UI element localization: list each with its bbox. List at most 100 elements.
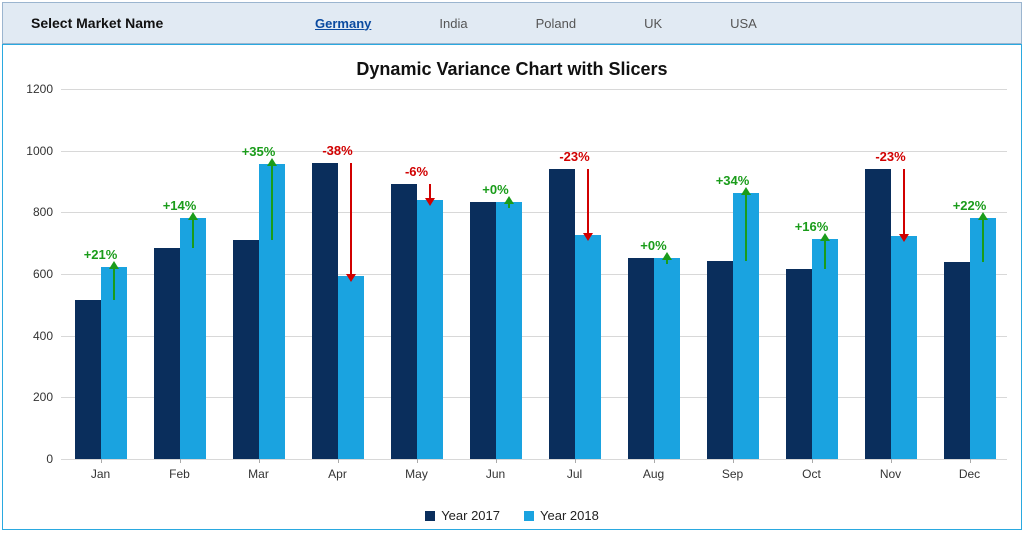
bar-2018: [180, 218, 206, 459]
x-tick: [654, 459, 655, 463]
bar-2018: [891, 236, 917, 459]
down-arrow-icon: [350, 163, 352, 276]
x-tick-label: Jan: [67, 467, 135, 481]
up-arrow-icon: [824, 239, 826, 269]
chart-panel: Dynamic Variance Chart with Slicers 0 200…: [2, 44, 1022, 530]
x-tick-label: Apr: [304, 467, 372, 481]
variance-label: -6%: [383, 164, 451, 179]
y-tick-label: 400: [13, 329, 53, 343]
bar-2018: [496, 202, 522, 459]
slicer-item-uk[interactable]: UK: [640, 14, 666, 33]
category-feb: +14%Feb: [146, 89, 214, 459]
down-arrow-icon: [587, 169, 589, 236]
bar-2017: [944, 262, 970, 459]
slicer-item-poland[interactable]: Poland: [532, 14, 580, 33]
variance-label: -23%: [541, 149, 609, 164]
variance-label: +35%: [225, 144, 293, 159]
x-tick-label: Mar: [225, 467, 293, 481]
variance-label: +0%: [620, 238, 688, 253]
slicer-bar: Select Market Name Germany India Poland UK U…: [2, 2, 1022, 44]
category-jun: +0%Jun: [462, 89, 530, 459]
up-arrow-icon: [271, 164, 273, 240]
up-arrow-icon: [508, 202, 510, 208]
slicer-item-usa[interactable]: USA: [726, 14, 761, 33]
bar-2018: [812, 239, 838, 459]
bar-2017: [470, 202, 496, 459]
category-may: -6%May: [383, 89, 451, 459]
x-tick-label: Sep: [699, 467, 767, 481]
bar-2017: [391, 184, 417, 459]
legend-swatch-icon: [524, 511, 534, 521]
x-tick-label: Nov: [857, 467, 925, 481]
x-tick-label: Jul: [541, 467, 609, 481]
x-tick: [338, 459, 339, 463]
category-nov: -23%Nov: [857, 89, 925, 459]
chart-title: Dynamic Variance Chart with Slicers: [3, 59, 1021, 80]
slicer-item-india[interactable]: India: [435, 14, 471, 33]
x-tick-label: Jun: [462, 467, 530, 481]
variance-label: +14%: [146, 198, 214, 213]
plot-area: +21%Jan+14%Feb+35%Mar-38%Apr-6%May+0%Jun…: [61, 89, 1007, 459]
bar-2017: [628, 258, 654, 459]
category-jan: +21%Jan: [67, 89, 135, 459]
x-tick: [575, 459, 576, 463]
y-tick-label: 800: [13, 205, 53, 219]
category-oct: +16%Oct: [778, 89, 846, 459]
x-tick: [970, 459, 971, 463]
up-arrow-icon: [192, 218, 194, 248]
slicer-items: Germany India Poland UK USA: [311, 14, 1021, 33]
bar-2018: [417, 200, 443, 459]
legend-item-2018: Year 2018: [524, 508, 599, 523]
y-tick-label: 0: [13, 452, 53, 466]
y-tick-label: 200: [13, 390, 53, 404]
bar-2018: [338, 276, 364, 459]
bar-2017: [549, 169, 575, 459]
legend-swatch-icon: [425, 511, 435, 521]
bar-2017: [233, 240, 259, 459]
bar-2017: [154, 248, 180, 459]
variance-label: -23%: [857, 149, 925, 164]
bar-2018: [654, 258, 680, 459]
bar-2017: [312, 163, 338, 459]
gridline: [61, 459, 1007, 460]
legend-item-2017: Year 2017: [425, 508, 500, 523]
y-tick-label: 1000: [13, 144, 53, 158]
bar-2017: [786, 269, 812, 459]
variance-label: +0%: [462, 182, 530, 197]
variance-label: +16%: [778, 219, 846, 234]
x-tick: [496, 459, 497, 463]
legend-label: Year 2017: [441, 508, 500, 523]
category-aug: +0%Aug: [620, 89, 688, 459]
x-tick: [101, 459, 102, 463]
down-arrow-icon: [429, 184, 431, 200]
x-tick: [891, 459, 892, 463]
up-arrow-icon: [982, 218, 984, 261]
y-tick-label: 1200: [13, 82, 53, 96]
slicer-item-germany[interactable]: Germany: [311, 14, 375, 33]
y-axis: 020040060080010001200: [13, 89, 53, 459]
bar-2017: [865, 169, 891, 459]
category-sep: +34%Sep: [699, 89, 767, 459]
x-tick: [733, 459, 734, 463]
category-apr: -38%Apr: [304, 89, 372, 459]
x-tick: [259, 459, 260, 463]
x-tick-label: Oct: [778, 467, 846, 481]
legend-label: Year 2018: [540, 508, 599, 523]
x-tick: [812, 459, 813, 463]
category-dec: +22%Dec: [936, 89, 1004, 459]
x-tick-label: Feb: [146, 467, 214, 481]
bar-2017: [707, 261, 733, 459]
up-arrow-icon: [113, 267, 115, 300]
category-jul: -23%Jul: [541, 89, 609, 459]
down-arrow-icon: [903, 169, 905, 236]
x-tick: [180, 459, 181, 463]
variance-label: +22%: [936, 198, 1004, 213]
up-arrow-icon: [666, 258, 668, 264]
up-arrow-icon: [745, 193, 747, 261]
y-tick-label: 600: [13, 267, 53, 281]
slicer-label: Select Market Name: [31, 15, 311, 31]
legend: Year 2017 Year 2018: [3, 508, 1021, 523]
x-tick-label: Dec: [936, 467, 1004, 481]
bar-2017: [75, 300, 101, 459]
x-tick: [417, 459, 418, 463]
